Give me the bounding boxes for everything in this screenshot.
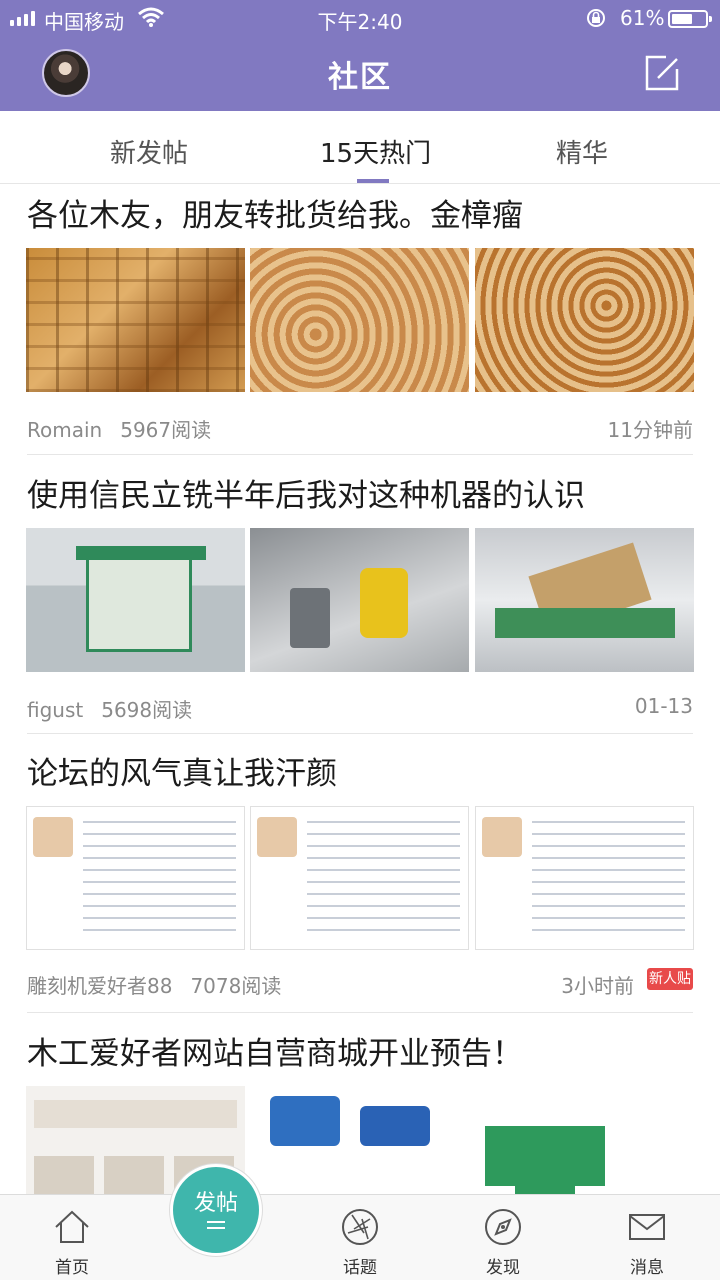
post-meta: Romain 5967阅读 <box>27 414 211 443</box>
post-time: 01-13 <box>634 694 693 718</box>
post-title[interactable]: 各位木友，朋友转批货给我。金樟瘤 <box>27 190 523 235</box>
post-images <box>26 1086 694 1194</box>
top-bar: 中国移动 下午2:40 61% 社区 <box>0 0 720 111</box>
battery-percent: 61% <box>620 6 665 30</box>
post-image[interactable] <box>475 806 694 950</box>
post-image[interactable] <box>475 248 694 392</box>
post-author[interactable]: 雕刻机爱好者88 <box>27 974 172 998</box>
nav-topics-label: 话题 <box>343 1258 377 1278</box>
page-title: 社区 <box>328 60 392 95</box>
tab-bar: 新发帖 15天热门 精华 <box>0 111 720 184</box>
active-tab-indicator <box>357 179 389 183</box>
post-reads: 5698阅读 <box>101 698 193 722</box>
post-image[interactable] <box>250 248 469 392</box>
compose-icon[interactable] <box>644 54 680 92</box>
status-bar: 中国移动 下午2:40 61% <box>0 0 720 36</box>
aperture-icon <box>342 1209 378 1245</box>
post-image[interactable] <box>26 248 245 392</box>
tab-hot-15-days[interactable]: 15天热门 <box>320 133 431 170</box>
divider <box>27 733 693 734</box>
post-image[interactable] <box>475 528 694 672</box>
post-title[interactable]: 使用信民立铣半年后我对这种机器的认识 <box>27 470 585 515</box>
divider <box>27 454 693 455</box>
tab-new-posts[interactable]: 新发帖 <box>110 133 188 170</box>
nav-messages-label: 消息 <box>630 1258 664 1278</box>
post-images <box>26 806 694 950</box>
compass-icon <box>485 1209 521 1245</box>
post-time: 3小时前 <box>561 974 634 998</box>
menu-lines-icon <box>207 1221 225 1229</box>
nav-discover-label: 发现 <box>486 1258 520 1278</box>
orientation-lock-icon <box>587 9 605 27</box>
post-image[interactable] <box>475 1086 694 1194</box>
post-reads: 7078阅读 <box>190 974 282 998</box>
post-meta: figust 5698阅读 <box>27 694 192 723</box>
new-post-label: 发帖 <box>193 1191 238 1216</box>
home-icon <box>55 1210 89 1243</box>
nav-topics[interactable]: 话题 <box>320 1195 400 1280</box>
post-image[interactable] <box>26 528 245 672</box>
post-image[interactable] <box>250 528 469 672</box>
post-images <box>26 248 694 392</box>
post-time: 11分钟前 <box>607 418 693 442</box>
post-feed[interactable]: 各位木友，朋友转批货给我。金樟瘤 Romain 5967阅读 11分钟前 使用信民… <box>0 184 720 1194</box>
divider <box>27 1012 693 1013</box>
new-user-badge: 新人贴 <box>647 968 693 990</box>
tab-featured[interactable]: 精华 <box>556 133 608 170</box>
nav-home[interactable]: 首页 <box>32 1195 112 1280</box>
battery-level <box>672 14 692 24</box>
post-images <box>26 528 694 672</box>
post-meta: 雕刻机爱好者88 7078阅读 <box>27 970 281 999</box>
post-reads: 5967阅读 <box>120 418 212 442</box>
post-author[interactable]: figust <box>27 698 83 722</box>
envelope-icon <box>629 1214 665 1240</box>
new-post-button[interactable]: 发帖 <box>170 1164 262 1256</box>
nav-home-label: 首页 <box>55 1258 89 1278</box>
nav-messages[interactable]: 消息 <box>607 1195 687 1280</box>
post-image[interactable] <box>250 806 469 950</box>
post-image[interactable] <box>250 1086 469 1194</box>
post-author[interactable]: Romain <box>27 418 102 442</box>
clock: 下午2:40 <box>317 10 403 34</box>
bottom-nav: 首页 话题 发现 消息 <box>0 1194 720 1280</box>
post-title[interactable]: 木工爱好者网站自营商城开业预告！ <box>27 1028 523 1073</box>
battery-icon <box>668 10 712 28</box>
post-image[interactable] <box>26 806 245 950</box>
nav-discover[interactable]: 发现 <box>463 1195 543 1280</box>
post-title[interactable]: 论坛的风气真让我汗颜 <box>27 748 337 793</box>
